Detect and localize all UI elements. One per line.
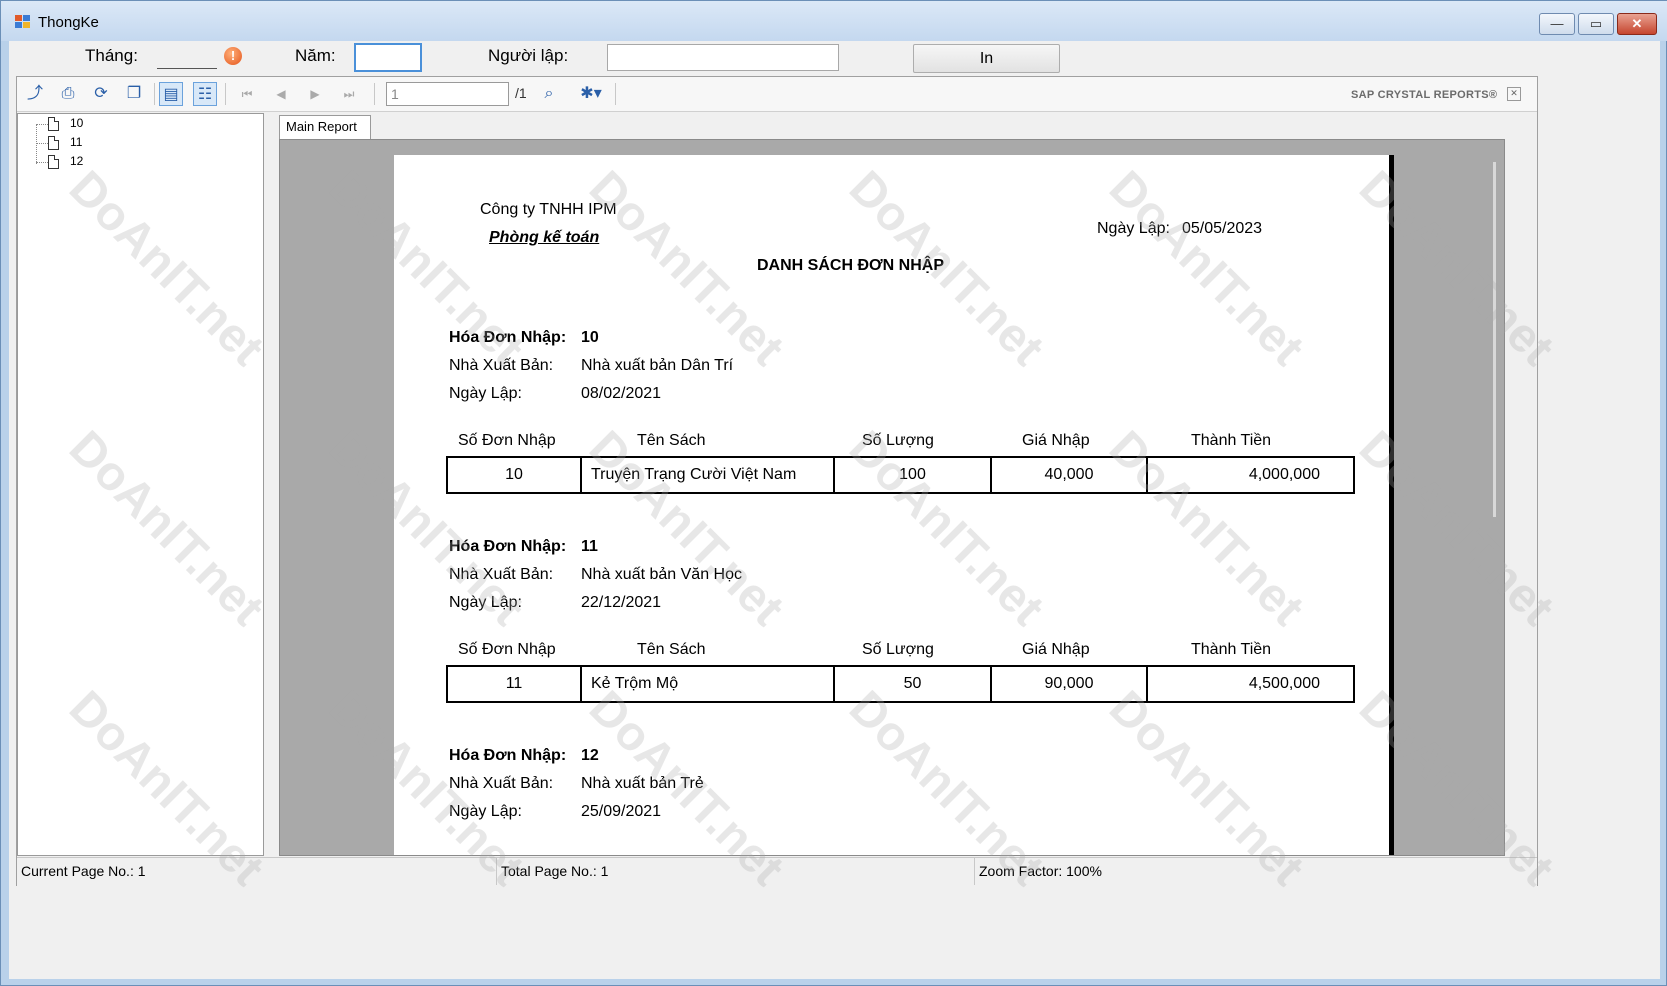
table-row: 10 Truyện Trạng Cười Việt Nam 100 40,000…: [446, 456, 1355, 494]
cell-book-title: Kẻ Trộm Mộ: [591, 675, 679, 692]
column-header: Giá Nhập: [1022, 432, 1090, 449]
form-client-area: Tháng: ! Năm: Người lập: In ⤴ ⎙ ⟳ ❐ ▤ ☷ …: [9, 41, 1660, 979]
company-name: Công ty TNHH IPM: [480, 201, 617, 218]
publisher-value: Nhà xuất bản Văn Học: [581, 566, 742, 583]
created-value: 08/02/2021: [581, 385, 662, 402]
tree-item-label: 11: [70, 135, 83, 149]
invoice-label: Hóa Đơn Nhập:: [449, 329, 567, 346]
column-header: Số Lượng: [862, 432, 934, 449]
document-icon: [48, 136, 59, 150]
invoice-label: Hóa Đơn Nhập:: [449, 747, 567, 764]
page-total-label: /1: [515, 85, 527, 101]
cell-total: 4,500,000: [1248, 675, 1320, 692]
maximize-button[interactable]: ▭: [1578, 13, 1614, 35]
app-icon: [15, 15, 31, 29]
close-button[interactable]: ✕: [1617, 13, 1657, 35]
invoice-label: Hóa Đơn Nhập:: [449, 538, 567, 555]
year-input[interactable]: [354, 43, 422, 72]
column-header: Số Lượng: [862, 641, 934, 658]
report-title: DANH SÁCH ĐƠN NHẬP: [757, 257, 944, 274]
cell-book-title: Truyện Trạng Cười Việt Nam: [591, 466, 797, 483]
created-value: 25/09/2021: [581, 803, 662, 820]
publisher-value: Nhà xuất bản Dân Trí: [581, 357, 734, 374]
vertical-scrollbar[interactable]: [1490, 154, 1500, 851]
error-icon: !: [224, 47, 242, 65]
report-canvas: Công ty TNHH IPM Phòng kế toán Ngày Lập:…: [279, 139, 1505, 856]
creator-input[interactable]: [607, 44, 839, 71]
page-number-input[interactable]: 1: [386, 82, 509, 106]
column-header: Thành Tiền: [1191, 641, 1272, 658]
toggle-group-tree-icon[interactable]: ☷: [193, 82, 217, 106]
publisher-label: Nhà Xuất Bản:: [449, 357, 554, 374]
cell-order-id: 10: [505, 466, 523, 483]
cell-price: 90,000: [1044, 675, 1094, 692]
publisher-value: Nhà xuất bản Trẻ: [581, 775, 704, 792]
sap-crystal-reports-brand: SAP CRYSTAL REPORTS®: [1351, 89, 1498, 101]
column-header: Số Đơn Nhập: [458, 432, 556, 449]
table-row: 11 Kẻ Trộm Mộ 50 90,000 4,500,000: [446, 665, 1355, 703]
next-page-icon[interactable]: ▶: [303, 82, 327, 106]
print-icon[interactable]: ⎙: [56, 82, 80, 106]
document-icon: [48, 117, 59, 131]
report-date-label: Ngày Lập:: [1097, 220, 1170, 237]
publisher-label: Nhà Xuất Bản:: [449, 775, 554, 792]
total-page-status: Total Page No.: 1: [497, 858, 975, 885]
year-label: Năm:: [295, 46, 336, 65]
copy-icon[interactable]: ❐: [122, 82, 146, 106]
print-button[interactable]: In: [913, 44, 1060, 73]
column-header: Tên Sách: [637, 641, 706, 658]
invoice-id: 10: [581, 329, 599, 346]
refresh-icon[interactable]: ⟳: [89, 82, 113, 106]
column-header: Số Đơn Nhập: [458, 641, 556, 658]
created-label: Ngày Lập:: [449, 385, 522, 402]
tab-main-report[interactable]: Main Report: [279, 115, 371, 139]
publisher-label: Nhà Xuất Bản:: [449, 566, 554, 583]
created-value: 22/12/2021: [581, 594, 662, 611]
invoice-id: 12: [581, 747, 599, 764]
column-header: Tên Sách: [637, 432, 706, 449]
zoom-status: Zoom Factor: 100%: [979, 863, 1102, 879]
title-bar: ThongKe — ▭ ✕: [1, 1, 1667, 41]
crystal-report-viewer: ⤴ ⎙ ⟳ ❐ ▤ ☷ ⏮ ◀ ▶ ⏭ 1 /1 ⌕ ✱▾ SAP CRYSTA…: [16, 76, 1538, 886]
viewer-toolbar: ⤴ ⎙ ⟳ ❐ ▤ ☷ ⏮ ◀ ▶ ⏭ 1 /1 ⌕ ✱▾ SAP CRYSTA…: [17, 77, 1537, 112]
window-title: ThongKe: [38, 14, 99, 31]
status-bar: Current Page No.: 1 Total Page No.: 1 Zo…: [17, 857, 1537, 886]
cell-quantity: 100: [899, 466, 926, 483]
cell-order-id: 11: [505, 675, 523, 692]
zoom-icon[interactable]: ✱▾: [573, 82, 609, 106]
column-header: Giá Nhập: [1022, 641, 1090, 658]
export-icon[interactable]: ⤴: [23, 82, 47, 106]
created-label: Ngày Lập:: [449, 803, 522, 820]
cell-total: 4,000,000: [1248, 466, 1320, 483]
tree-item-label: 12: [70, 154, 84, 168]
thongke-window: ThongKe — ▭ ✕ Tháng: ! Năm: Người lập: I…: [0, 0, 1667, 986]
column-header: Thành Tiền: [1191, 432, 1272, 449]
prev-page-icon[interactable]: ◀: [269, 82, 293, 106]
department-name: Phòng kế toán: [489, 229, 600, 246]
month-label: Tháng:: [85, 46, 138, 65]
document-icon: [48, 155, 59, 169]
toggle-parameter-icon[interactable]: ▤: [159, 82, 183, 106]
report-page: Công ty TNHH IPM Phòng kế toán Ngày Lập:…: [394, 155, 1394, 855]
creator-label: Người lập:: [488, 46, 569, 65]
cell-price: 40,000: [1044, 466, 1094, 483]
invoice-id: 11: [581, 538, 598, 555]
report-date-value: 05/05/2023: [1182, 220, 1263, 237]
find-icon[interactable]: ⌕: [537, 82, 561, 106]
minimize-button[interactable]: —: [1539, 13, 1575, 35]
last-page-icon[interactable]: ⏭: [337, 82, 361, 106]
current-page-status: Current Page No.: 1: [17, 858, 497, 885]
tree-item-label: 10: [70, 116, 84, 130]
cell-quantity: 50: [903, 675, 922, 692]
month-input[interactable]: [157, 47, 217, 69]
first-page-icon[interactable]: ⏮: [235, 82, 259, 106]
group-tree: 10 11 12: [17, 113, 264, 856]
close-tab-icon[interactable]: ✕: [1507, 87, 1521, 101]
created-label: Ngày Lập:: [449, 594, 522, 611]
